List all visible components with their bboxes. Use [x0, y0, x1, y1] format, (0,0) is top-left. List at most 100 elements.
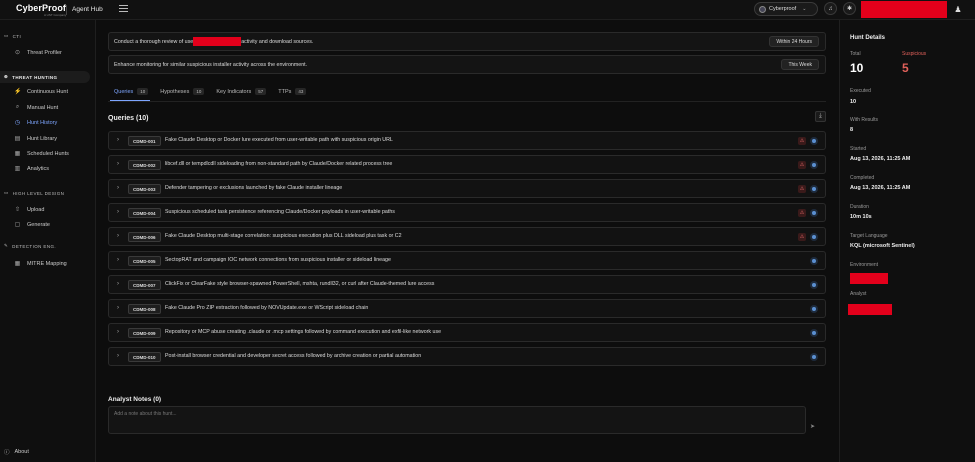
query-description: Repository or MCP abuse creating .claude… [165, 329, 442, 335]
star-icon[interactable]: ✱ [843, 2, 856, 15]
analyst-note-input[interactable]: Add a note about this hunt... [108, 406, 806, 434]
chevron-right-icon[interactable]: › [117, 161, 119, 167]
executed-value: 10 [850, 99, 857, 105]
sidebar-item-generate[interactable]: ▢ Generate [14, 221, 50, 229]
query-id-badge: CDMD-006 [128, 232, 161, 242]
top-bar: CyberProof A UST Company Agent Hub Cyber… [0, 0, 975, 20]
task-row: Conduct a thorough review of use activit… [108, 32, 826, 51]
user-avatar-icon[interactable]: ♟ [952, 3, 964, 15]
tab-ttps[interactable]: TTPs 43 [278, 88, 307, 95]
query-row[interactable]: › CDMD-009 Repository or MCP abuse creatin… [108, 323, 826, 342]
priority-badge: This Week [781, 59, 819, 70]
chevron-right-icon[interactable]: › [117, 257, 119, 263]
logo-subtitle: A UST Company [44, 13, 67, 17]
tab-queries[interactable]: Queries 10 [114, 88, 149, 95]
target-icon: ⊙ [14, 50, 21, 56]
cti-icon: ▭ [4, 33, 9, 38]
sidebar-item-mitre-mapping[interactable]: ▦ MITRE Mapping [14, 260, 67, 268]
status-indicator-icon [810, 257, 818, 265]
about-link[interactable]: ⓘ About [4, 448, 29, 456]
chevron-right-icon[interactable]: › [117, 281, 119, 287]
bell-icon[interactable]: ♫ [824, 2, 837, 15]
total-label: Total [850, 51, 861, 57]
sidebar-item-continuous-hunt[interactable]: ⚡ Continuous Hunt [14, 88, 68, 96]
chevron-right-icon[interactable]: › [117, 137, 119, 143]
queries-heading: Queries (10) [108, 115, 149, 122]
duration-label: Duration [850, 204, 869, 210]
sidebar-item-upload[interactable]: ⇧ Upload [14, 206, 44, 214]
query-description: Defender tampering or exclusions launche… [165, 185, 343, 191]
layers-icon: ▭ [4, 190, 9, 195]
started-value: Aug 13, 2026, 11:25 AM [850, 156, 911, 162]
org-avatar-icon [759, 5, 766, 13]
query-id-badge: CDMD-007 [128, 280, 161, 290]
send-icon[interactable]: ➤ [810, 423, 815, 430]
chevron-right-icon[interactable]: › [117, 353, 119, 359]
query-row[interactable]: › CDMD-002 libcef.dll or tempdlcdll sidelo… [108, 155, 826, 174]
warning-icon: ⚠ [798, 209, 806, 217]
tab-key-indicators[interactable]: Key Indicators 57 [216, 88, 267, 95]
crosshair-icon: ⊕ [4, 74, 9, 79]
target-language-value: KQL (microsoft Sentinel) [850, 243, 915, 249]
query-row[interactable]: › CDMD-006 Fake Claude Desktop multi-stage… [108, 227, 826, 246]
tab-count: 10 [193, 88, 205, 95]
total-count: 10 [850, 61, 864, 75]
query-description: libcef.dll or tempdlcdll sideloading fro… [165, 161, 393, 167]
query-description: SectopRAT and campaign IOC network conne… [165, 257, 391, 263]
query-row[interactable]: › CDMD-005 SectopRAT and campaign IOC netw… [108, 251, 826, 270]
download-icon[interactable]: ⤓ [815, 111, 826, 122]
query-row[interactable]: › CDMD-001 Fake Claude Desktop or Docker l… [108, 131, 826, 150]
pencil-icon: ✎ [4, 243, 9, 248]
sidebar-item-manual-hunt[interactable]: ⌕ Manual Hunt [14, 104, 58, 111]
tab-count: 57 [255, 88, 267, 95]
query-id-badge: CDMD-008 [128, 304, 161, 314]
status-indicator-icon [810, 185, 818, 193]
tab-divider [108, 101, 826, 102]
app-name: Agent Hub [72, 6, 103, 13]
menu-toggle-icon[interactable] [119, 4, 128, 13]
query-id-badge: CDMD-010 [128, 352, 161, 362]
redacted-analyst [848, 304, 892, 315]
query-row[interactable]: › CDMD-007 ClickFix or ClearFake style bro… [108, 275, 826, 294]
priority-badge: Within 24 Hours [769, 36, 819, 47]
book-icon: ▤ [14, 136, 21, 142]
chevron-right-icon[interactable]: › [117, 329, 119, 335]
cyberproof-logo[interactable]: CyberProof [16, 3, 66, 13]
query-description: ClickFix or ClearFake style browser-spaw… [165, 281, 435, 287]
query-row[interactable]: › CDMD-003 Defender tampering or exclusion… [108, 179, 826, 198]
sidebar-item-hunt-library[interactable]: ▤ Hunt Library [14, 135, 57, 143]
org-selector[interactable]: Cyberproof ⌄ [754, 2, 818, 16]
with-results-label: With Results [850, 117, 879, 123]
upload-icon: ⇧ [14, 207, 21, 213]
query-row[interactable]: › CDMD-010 Post-install browser credential… [108, 347, 826, 366]
chevron-right-icon[interactable]: › [117, 185, 119, 191]
analyst-notes-heading: Analyst Notes (0) [108, 396, 162, 403]
chevron-right-icon[interactable]: › [117, 233, 119, 239]
sidebar-item-threat-profiler[interactable]: ⊙ Threat Profiler [14, 49, 62, 57]
query-row[interactable]: › CDMD-004 Suspicious scheduled task persi… [108, 203, 826, 222]
info-icon: ⓘ [4, 450, 10, 456]
chevron-right-icon[interactable]: › [117, 305, 119, 311]
tab-count: 10 [137, 88, 149, 95]
status-indicator-icon [810, 233, 818, 241]
query-id-badge: CDMD-003 [128, 184, 161, 194]
task-text-start: Conduct a thorough review of use [114, 38, 194, 45]
status-indicator-icon [810, 329, 818, 337]
target-language-label: Target Language [850, 233, 888, 239]
chevron-right-icon[interactable]: › [117, 209, 119, 215]
tab-count: 43 [295, 88, 307, 95]
sidebar-item-hunt-history[interactable]: ◷ Hunt History [14, 119, 57, 127]
query-row[interactable]: › CDMD-008 Fake Claude Pro ZIP extraction … [108, 299, 826, 318]
tab-hypotheses[interactable]: Hypotheses 10 [160, 88, 205, 95]
warning-icon: ⚠ [798, 185, 806, 193]
section-cti: ▭ CTI [4, 33, 22, 39]
sidebar-item-analytics[interactable]: ▥ Analytics [14, 165, 49, 173]
query-id-badge: CDMD-004 [128, 208, 161, 218]
with-results-value: 8 [850, 127, 854, 133]
section-threat-hunting[interactable]: ⊕ THREAT HUNTING [0, 71, 90, 83]
sidebar-item-scheduled-hunts[interactable]: ▦ Scheduled Hunts [14, 150, 69, 158]
query-description: Fake Claude Desktop multi-stage correlat… [165, 233, 402, 239]
duration-value: 10m 10s [850, 214, 872, 220]
status-indicator-icon [810, 353, 818, 361]
status-indicator-icon [810, 281, 818, 289]
